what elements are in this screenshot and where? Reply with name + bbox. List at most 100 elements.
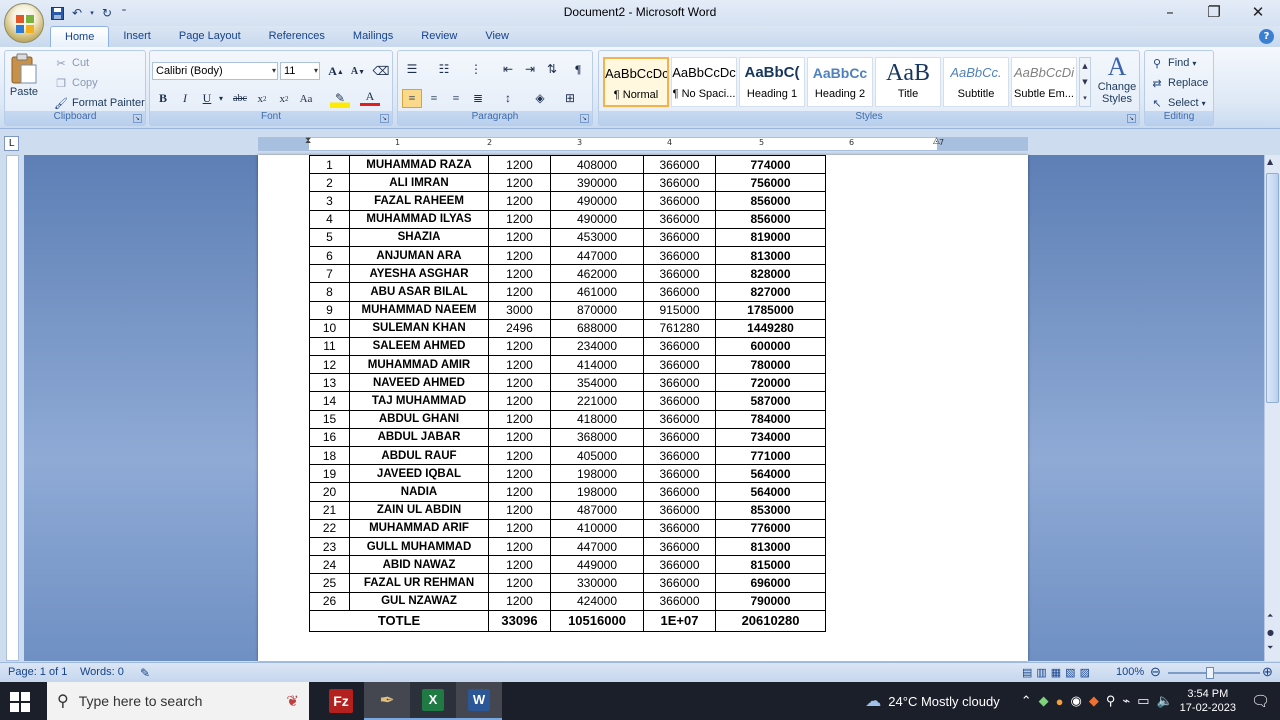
- horizontal-ruler[interactable]: 1 2 3 4 5 6 7 ⧗ ◬: [258, 136, 1028, 151]
- table-cell[interactable]: 19: [309, 464, 350, 484]
- clipboard-launcher-icon[interactable]: ↘: [133, 114, 142, 123]
- table-cell[interactable]: 366000: [643, 154, 716, 175]
- table-cell[interactable]: 1785000: [715, 300, 826, 320]
- table-cell[interactable]: 853000: [715, 500, 826, 520]
- app-tray-icon[interactable]: ●: [1056, 694, 1064, 709]
- total-cell[interactable]: 10516000: [550, 609, 644, 632]
- indent-marker-icon[interactable]: ⧗: [305, 136, 311, 146]
- table-cell[interactable]: FAZAL RAHEEM: [349, 191, 489, 211]
- table-cell[interactable]: NAVEED AHMED: [349, 373, 489, 393]
- table-cell[interactable]: 366000: [643, 500, 716, 520]
- table-cell[interactable]: 587000: [715, 391, 826, 411]
- table-cell[interactable]: 16: [309, 427, 350, 448]
- table-cell[interactable]: JAVEED IQBAL: [349, 464, 489, 484]
- tab-page-layout[interactable]: Page Layout: [165, 26, 255, 47]
- increase-indent-icon[interactable]: ⇥: [520, 60, 540, 79]
- table-cell[interactable]: 410000: [550, 518, 644, 538]
- table-cell[interactable]: 14: [309, 391, 350, 411]
- table-cell[interactable]: 366000: [643, 536, 716, 557]
- app-tray-icon[interactable]: ◆: [1039, 693, 1049, 709]
- table-cell[interactable]: 819000: [715, 227, 826, 247]
- tab-view[interactable]: View: [471, 26, 523, 47]
- table-cell[interactable]: 366000: [643, 464, 716, 484]
- zoom-in-icon[interactable]: ⊕: [1262, 664, 1273, 680]
- justify-icon[interactable]: ≣: [468, 89, 488, 108]
- table-cell[interactable]: NADIA: [349, 482, 489, 502]
- select-button[interactable]: ↖ Select ▾: [1149, 95, 1205, 111]
- table-cell[interactable]: 366000: [643, 445, 716, 466]
- table-cell[interactable]: 1200: [488, 555, 551, 575]
- total-cell[interactable]: 20610280: [715, 609, 826, 632]
- numbering-icon[interactable]: ☷: [434, 60, 454, 79]
- style-title[interactable]: AaB Title: [875, 57, 941, 107]
- table-cell[interactable]: ABU ASAR BILAL: [349, 282, 489, 302]
- proofing-icon[interactable]: ✎: [140, 666, 150, 680]
- table-cell[interactable]: 22: [309, 518, 350, 538]
- table-cell[interactable]: 7: [309, 264, 350, 284]
- zoom-level[interactable]: 100%: [1116, 666, 1144, 678]
- filezilla-app[interactable]: Fz: [318, 682, 364, 720]
- table-cell[interactable]: 1200: [488, 409, 551, 429]
- table-cell[interactable]: 366000: [643, 245, 716, 266]
- table-cell[interactable]: 368000: [550, 427, 644, 448]
- vertical-scrollbar[interactable]: ▲ ⏶ ● ⏷: [1264, 155, 1280, 661]
- zoom-out-icon[interactable]: ⊖: [1150, 664, 1161, 680]
- table-cell[interactable]: 776000: [715, 518, 826, 538]
- table-cell[interactable]: 234000: [550, 336, 644, 357]
- table-cell[interactable]: 813000: [715, 245, 826, 266]
- align-left-icon[interactable]: ≡: [402, 89, 422, 108]
- style-no-spacing[interactable]: AaBbCcDc ¶ No Spaci...: [671, 57, 737, 107]
- table-cell[interactable]: 1200: [488, 191, 551, 211]
- table-cell[interactable]: 26: [309, 591, 350, 611]
- cut-button[interactable]: ✂ Cut: [53, 55, 89, 71]
- table-cell[interactable]: 1200: [488, 336, 551, 357]
- camera-icon[interactable]: ◉: [1070, 693, 1081, 709]
- vertical-ruler-track[interactable]: [6, 155, 19, 661]
- table-cell[interactable]: 5: [309, 227, 350, 247]
- table-cell[interactable]: 828000: [715, 264, 826, 284]
- table-cell[interactable]: 366000: [643, 555, 716, 575]
- table-cell[interactable]: 330000: [550, 573, 644, 593]
- table-cell[interactable]: 1200: [488, 482, 551, 502]
- table-cell[interactable]: 366000: [643, 336, 716, 357]
- table-cell[interactable]: 366000: [643, 591, 716, 611]
- total-cell[interactable]: 33096: [488, 609, 551, 632]
- table-cell[interactable]: 8: [309, 282, 350, 302]
- table-cell[interactable]: 408000: [550, 154, 644, 175]
- table-cell[interactable]: GUL NZAWAZ: [349, 591, 489, 611]
- excel-app[interactable]: X: [410, 682, 456, 720]
- salary-table[interactable]: 1 MUHAMMAD RAZA 1200 408000 366000 774000 2 ALI…: [309, 154, 826, 632]
- table-cell[interactable]: 366000: [643, 482, 716, 502]
- paragraph-launcher-icon[interactable]: ↘: [580, 114, 589, 123]
- format-painter-button[interactable]: 🖌 Format Painter: [53, 95, 145, 111]
- table-cell[interactable]: 198000: [550, 482, 644, 502]
- highlight-icon[interactable]: ✎: [330, 89, 350, 108]
- total-cell[interactable]: 1E+07: [643, 609, 716, 632]
- superscript-button[interactable]: x2: [274, 89, 294, 108]
- shrink-font-button[interactable]: A ▼: [348, 62, 368, 81]
- table-cell[interactable]: 688000: [550, 318, 644, 338]
- table-cell[interactable]: 18: [309, 445, 350, 466]
- style-subtle-emphasis[interactable]: AaBbCcDi Subtle Em...: [1011, 57, 1077, 107]
- usb-icon[interactable]: ⌁: [1122, 693, 1130, 709]
- style-normal[interactable]: AaBbCcDc ¶ Normal: [603, 57, 669, 107]
- next-page-icon[interactable]: ⏷: [1267, 643, 1273, 653]
- table-cell[interactable]: SULEMAN KHAN: [349, 318, 489, 338]
- restore-button[interactable]: ❐: [1192, 0, 1236, 24]
- shading-icon[interactable]: ◈: [530, 89, 550, 108]
- weather-text[interactable]: 24°C Mostly cloudy: [888, 694, 999, 709]
- table-cell[interactable]: 490000: [550, 191, 644, 211]
- table-cell[interactable]: 1200: [488, 518, 551, 538]
- table-cell[interactable]: 3: [309, 191, 350, 211]
- change-case-button[interactable]: Aa: [296, 89, 316, 108]
- borders-icon[interactable]: ⊞: [560, 89, 580, 108]
- table-cell[interactable]: 1200: [488, 591, 551, 611]
- table-cell[interactable]: 856000: [715, 209, 826, 229]
- underline-button[interactable]: U: [197, 89, 217, 108]
- table-cell[interactable]: 784000: [715, 409, 826, 429]
- total-label[interactable]: TOTLE: [309, 609, 489, 632]
- bold-button[interactable]: B: [153, 89, 173, 108]
- table-cell[interactable]: 366000: [643, 409, 716, 429]
- table-cell[interactable]: SHAZIA: [349, 227, 489, 247]
- pen-app[interactable]: ✒: [364, 682, 410, 720]
